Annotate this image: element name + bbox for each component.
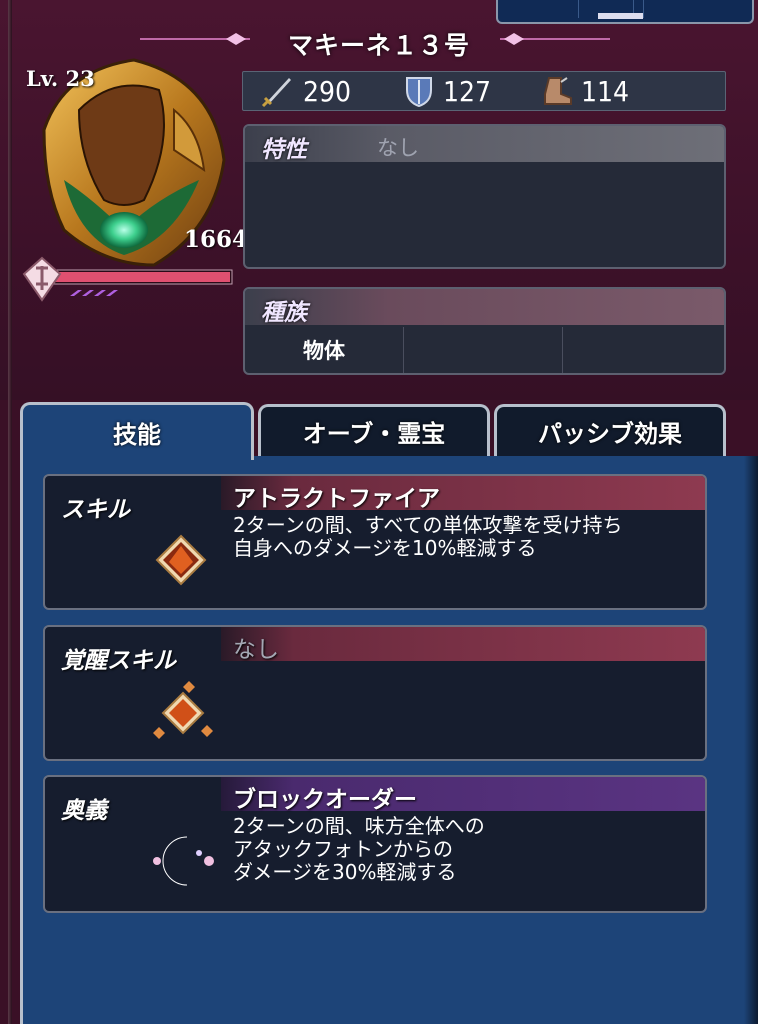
skill-card-skill: スキル アトラクトファイア 2ターンの間、すべての単体攻撃を受け持ち 自身へのダ… <box>43 474 707 610</box>
left-frame <box>8 0 12 1024</box>
content-edge <box>744 456 758 1024</box>
top-grid-panel <box>496 0 754 24</box>
skill-card-ultimate: 奥義 ブロックオーダー 2ターンの間、味方全体への アタックフォトンからの ダメ… <box>43 775 707 913</box>
stats-bar: 290 127 114 <box>242 71 726 111</box>
ultimate-description-line: アタックフォトンからの <box>233 837 453 861</box>
skill-type-label: スキル <box>61 497 130 523</box>
grid-highlight <box>598 13 643 19</box>
defense-value: 127 <box>443 74 492 108</box>
race-cell-3 <box>563 327 724 373</box>
traits-label: 特性 <box>261 137 307 163</box>
boot-icon <box>544 77 572 105</box>
shield-icon <box>406 77 432 108</box>
skill-description: 2ターンの間、すべての単体攻撃を受け持ち 自身へのダメージを10%軽減する <box>233 514 623 560</box>
ultimate-description: 2ターンの間、味方全体への アタックフォトンからの ダメージを30%軽減する <box>233 815 485 884</box>
awakened-type-label: 覚醒スキル <box>61 648 176 674</box>
hp-gauge <box>22 256 233 302</box>
attack-value: 290 <box>303 74 352 108</box>
traits-value: なし <box>377 136 419 160</box>
ultimate-description-line: ダメージを30%軽減する <box>233 860 457 884</box>
traits-header <box>245 126 724 162</box>
unit-level: Lv. 23 <box>26 66 95 91</box>
race-label: 種族 <box>261 300 307 326</box>
traits-panel: 特性 なし <box>243 124 726 269</box>
tab-orbs[interactable]: オーブ・霊宝 <box>258 404 490 456</box>
awakened-fire-crystal-icon <box>153 681 213 739</box>
skill-description-line: 自身へのダメージを10%軽減する <box>233 536 537 560</box>
ultimate-name: ブロックオーダー <box>233 787 417 813</box>
ultimate-type-label: 奥義 <box>61 798 107 824</box>
attack-stat: 290 <box>261 74 351 108</box>
rainbow-orb-icon <box>153 836 214 886</box>
sword-icon <box>261 78 291 108</box>
fire-crystal-icon <box>155 534 207 586</box>
race-panel: 種族 物体 <box>243 287 726 375</box>
awakened-name: なし <box>233 637 279 663</box>
defense-stat: 127 <box>403 74 491 108</box>
race-cell-2 <box>404 327 563 373</box>
awakened-name-bar <box>221 627 705 661</box>
ultimate-description-line: 2ターンの間、味方全体への <box>233 814 485 838</box>
race-header <box>245 289 724 325</box>
skill-description-line: 2ターンの間、すべての単体攻撃を受け持ち <box>233 513 623 537</box>
tab-skills[interactable]: 技能 <box>20 402 254 460</box>
speed-stat: 114 <box>541 74 629 108</box>
speed-value: 114 <box>581 74 630 108</box>
skill-card-awakened: 覚醒スキル なし <box>43 625 707 761</box>
unit-power: 1664 <box>184 226 249 253</box>
tab-passive[interactable]: パッシブ効果 <box>494 404 726 456</box>
skill-name: アトラクトファイア <box>233 486 440 512</box>
race-cell-1: 物体 <box>245 327 404 373</box>
